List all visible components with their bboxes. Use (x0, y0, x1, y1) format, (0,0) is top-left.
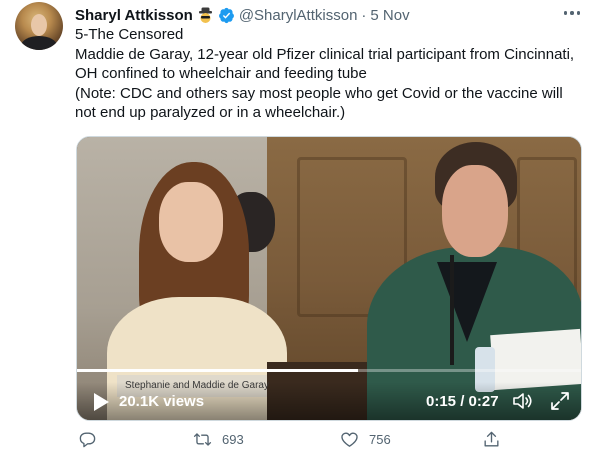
spy-emoji-icon (197, 7, 214, 24)
separator-dot: · (361, 6, 367, 24)
tweet-text-line: Maddie de Garay, 12-year old Pfizer clin… (75, 45, 575, 63)
avatar[interactable] (15, 2, 63, 50)
retweet-button[interactable]: 693 (193, 430, 244, 449)
tweet-date[interactable]: 5 Nov (370, 7, 409, 24)
tweet-text-line: (Note: CDC and others say most people wh… (75, 84, 563, 102)
play-icon[interactable] (92, 392, 110, 412)
reply-button[interactable] (78, 430, 97, 449)
tweet-action-bar: 693 756 (0, 430, 598, 454)
video-progress-bar[interactable] (77, 369, 581, 372)
more-options-icon[interactable] (562, 6, 582, 20)
avatar-shoulder (21, 36, 57, 50)
retweet-icon (193, 433, 212, 446)
tweet-text-line: not end up paralyzed or in a wheelchair.… (75, 104, 346, 122)
tweet-header: Sharyl Attkisson @SharylAttkisson · 5 No… (75, 5, 410, 25)
tweet-text-line: 5-The Censored (75, 26, 184, 43)
video-progress-fill (77, 369, 359, 372)
fullscreen-icon[interactable] (550, 391, 570, 411)
tweet-text-line: OH confined to wheelchair and feeding tu… (75, 65, 367, 83)
verified-badge-icon (218, 7, 235, 24)
reply-icon (79, 432, 96, 448)
like-button[interactable]: 756 (340, 430, 391, 449)
retweet-count: 693 (222, 432, 244, 447)
share-button[interactable] (482, 430, 501, 449)
volume-icon[interactable] (512, 391, 534, 411)
microphone-stand (450, 255, 454, 365)
author-handle[interactable]: @SharylAttkisson (239, 7, 358, 24)
like-count: 756 (369, 432, 391, 447)
video-view-count: 20.1K views (119, 393, 205, 410)
video-player[interactable]: Stephanie and Maddie de Garay 20.1K view… (76, 136, 582, 421)
person-right-face (442, 165, 508, 257)
author-name[interactable]: Sharyl Attkisson (75, 7, 193, 24)
share-icon (484, 431, 499, 447)
video-timecode: 0:15 / 0:27 (426, 393, 499, 410)
paper-sheet (490, 328, 581, 391)
person-left-face (159, 182, 223, 262)
avatar-face (31, 14, 47, 36)
like-icon (341, 432, 358, 447)
tweet-text: 5-The Censored Maddie de Garay, 12-year … (75, 25, 585, 123)
